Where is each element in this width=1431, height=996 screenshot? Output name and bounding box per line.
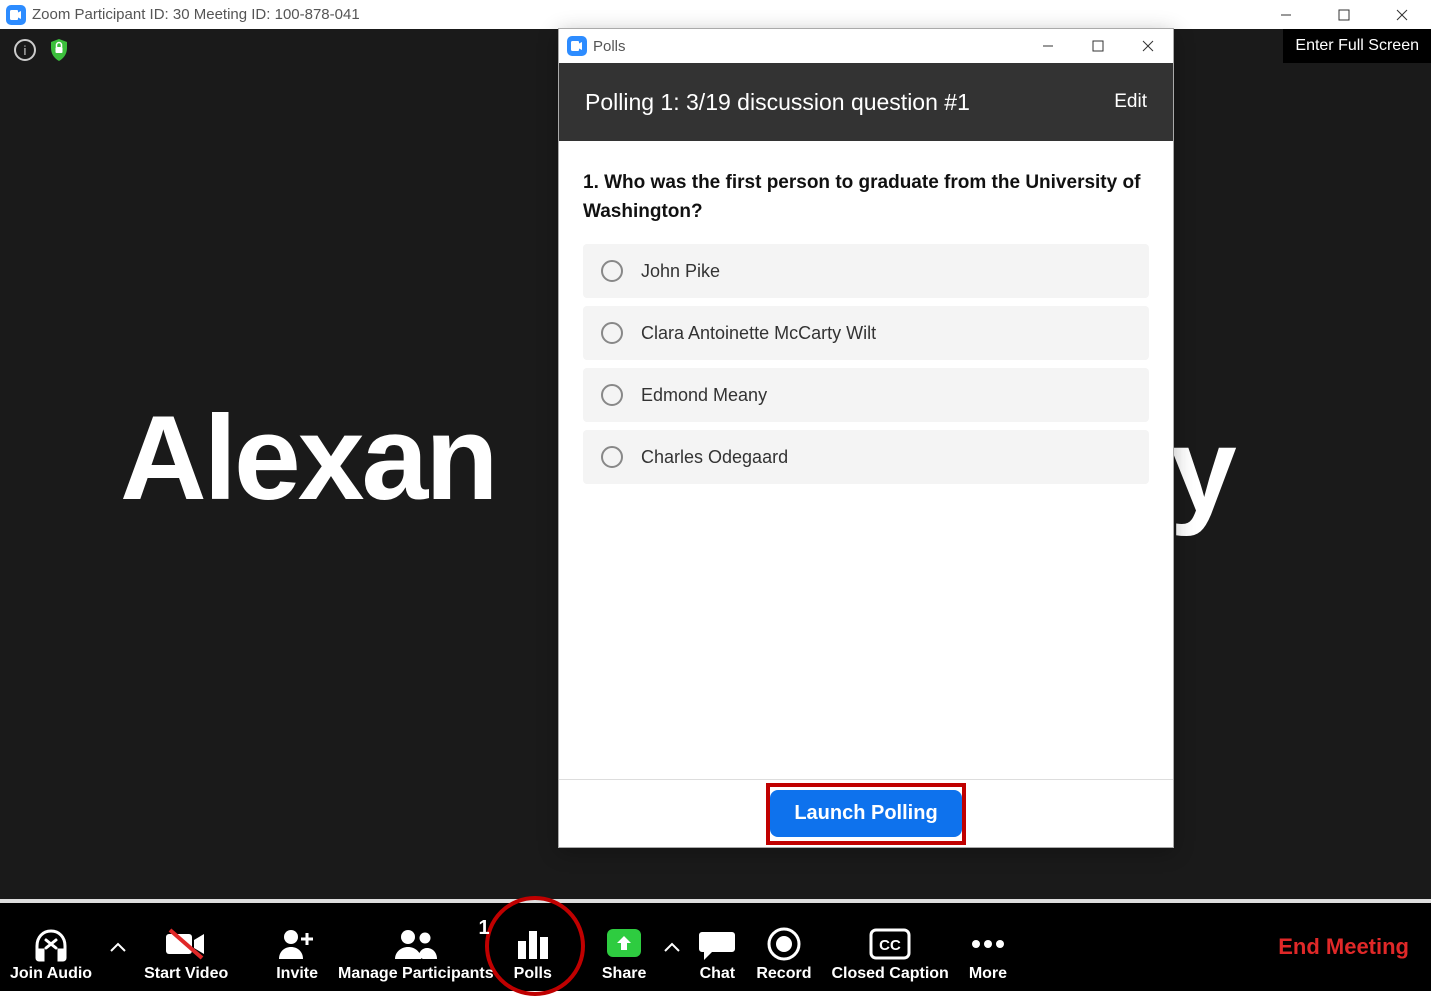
- invite-button[interactable]: Invite: [266, 903, 328, 991]
- more-icon: [970, 923, 1006, 965]
- share-options-chevron[interactable]: [656, 903, 688, 991]
- more-button[interactable]: More: [959, 903, 1017, 991]
- headphones-icon: [31, 923, 71, 965]
- closed-caption-label: Closed Caption: [831, 965, 948, 983]
- join-audio-button[interactable]: Join Audio: [0, 903, 102, 991]
- zoom-logo-icon: [6, 5, 26, 25]
- chat-icon: [698, 923, 736, 965]
- start-video-button[interactable]: Start Video: [134, 903, 238, 991]
- share-screen-icon: [605, 923, 643, 965]
- polls-window: Polls Polling 1: 3/19 discussion questio…: [559, 29, 1173, 847]
- share-label: Share: [602, 965, 646, 983]
- closed-caption-icon: CC: [869, 923, 911, 965]
- polls-maximize-button[interactable]: [1073, 29, 1123, 63]
- polls-edit-button[interactable]: Edit: [1114, 91, 1147, 113]
- meeting-info-icon[interactable]: i: [14, 39, 36, 61]
- video-off-icon: [164, 923, 208, 965]
- invite-icon: [277, 923, 317, 965]
- encryption-shield-icon[interactable]: [50, 39, 68, 61]
- participants-icon: [393, 923, 439, 965]
- join-audio-label: Join Audio: [10, 965, 92, 983]
- polls-header-title: Polling 1: 3/19 discussion question #1: [585, 89, 1114, 116]
- start-video-label: Start Video: [144, 965, 228, 983]
- polls-window-title: Polls: [593, 38, 626, 55]
- closed-caption-button[interactable]: CC Closed Caption: [821, 903, 958, 991]
- participant-count: 1: [479, 917, 490, 940]
- participant-display-name-fragment: y: [1170, 401, 1237, 539]
- audio-options-chevron[interactable]: [102, 903, 134, 991]
- polls-footer: Launch Polling: [559, 779, 1173, 847]
- poll-option[interactable]: Edmond Meany: [583, 368, 1149, 422]
- record-icon: [766, 923, 802, 965]
- titlebar-text: Zoom Participant ID: 30 Meeting ID: 100-…: [32, 6, 360, 23]
- chat-label: Chat: [700, 965, 736, 983]
- record-label: Record: [756, 965, 811, 983]
- launch-polling-button[interactable]: Launch Polling: [770, 790, 961, 837]
- poll-option-label: Charles Odegaard: [641, 447, 788, 468]
- radio-icon: [601, 322, 623, 344]
- polls-body: 1. Who was the first person to graduate …: [559, 141, 1173, 779]
- polls-minimize-button[interactable]: [1023, 29, 1073, 63]
- radio-icon: [601, 446, 623, 468]
- poll-option-label: John Pike: [641, 261, 720, 282]
- chat-button[interactable]: Chat: [688, 903, 746, 991]
- window-minimize-button[interactable]: [1257, 0, 1315, 29]
- polls-titlebar: Polls: [559, 29, 1173, 63]
- poll-option[interactable]: Charles Odegaard: [583, 430, 1149, 484]
- participant-display-name: Alexan: [120, 389, 496, 527]
- share-button[interactable]: Share: [592, 903, 656, 991]
- end-meeting-button[interactable]: End Meeting: [1278, 934, 1431, 960]
- poll-option[interactable]: Clara Antoinette McCarty Wilt: [583, 306, 1149, 360]
- radio-icon: [601, 384, 623, 406]
- enter-fullscreen-button[interactable]: Enter Full Screen: [1283, 29, 1431, 63]
- polls-button[interactable]: Polls: [504, 903, 562, 991]
- zoom-logo-icon: [567, 36, 587, 56]
- more-label: More: [969, 965, 1007, 983]
- window-close-button[interactable]: [1373, 0, 1431, 29]
- poll-question: 1. Who was the first person to graduate …: [583, 169, 1149, 226]
- invite-label: Invite: [276, 965, 318, 983]
- radio-icon: [601, 260, 623, 282]
- record-button[interactable]: Record: [746, 903, 821, 991]
- polls-header: Polling 1: 3/19 discussion question #1 E…: [559, 63, 1173, 141]
- polls-close-button[interactable]: [1123, 29, 1173, 63]
- poll-option[interactable]: John Pike: [583, 244, 1149, 298]
- polls-icon: [515, 923, 551, 965]
- poll-option-label: Edmond Meany: [641, 385, 767, 406]
- window-maximize-button[interactable]: [1315, 0, 1373, 29]
- manage-participants-button[interactable]: 1 Manage Participants: [328, 903, 504, 991]
- polls-label: Polls: [514, 965, 552, 983]
- manage-participants-label: Manage Participants: [338, 965, 494, 983]
- app-titlebar: Zoom Participant ID: 30 Meeting ID: 100-…: [0, 0, 1431, 29]
- svg-text:CC: CC: [879, 937, 901, 954]
- meeting-toolbar: Join Audio Start Video Invite 1 Manage P…: [0, 903, 1431, 991]
- poll-option-label: Clara Antoinette McCarty Wilt: [641, 323, 876, 344]
